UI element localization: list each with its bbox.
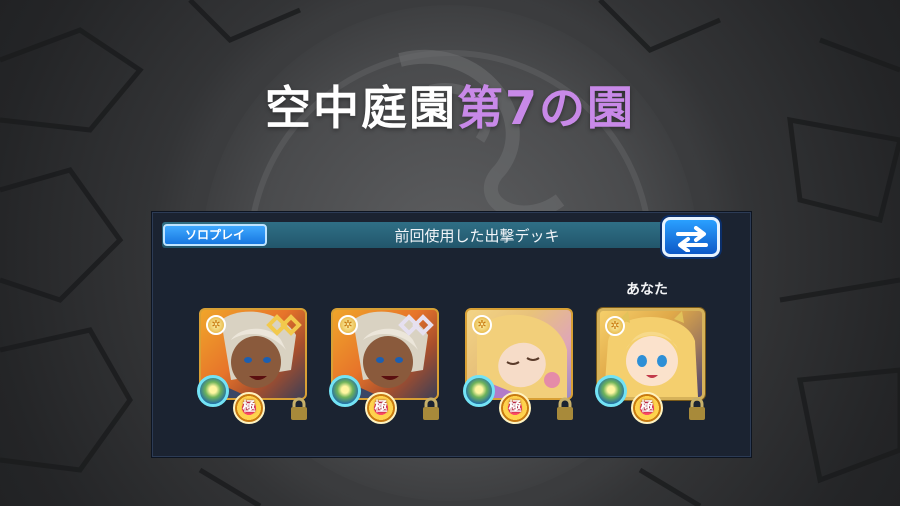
rank-badge: 極: [365, 392, 397, 424]
lock-icon: [423, 397, 439, 420]
solo-play-tab[interactable]: ソロプレイ: [163, 224, 267, 246]
silver-link-icon: [398, 314, 434, 336]
title-accent: 第7の園: [456, 81, 635, 135]
lock-icon: [557, 397, 573, 420]
deck-slot-3[interactable]: ✲ 極: [463, 308, 573, 428]
owner-label: あなた: [626, 282, 668, 298]
deck-slot-1[interactable]: ✲ 極: [197, 308, 307, 428]
swap-deck-button[interactable]: [662, 217, 720, 257]
rank-badge: 極: [233, 392, 265, 424]
page-title: 空中庭園第7の園: [0, 72, 900, 138]
skill-sparkle-icon: [595, 375, 627, 407]
light-element-icon: ✲: [206, 315, 226, 335]
light-element-icon: ✲: [338, 315, 358, 335]
lock-icon: [689, 397, 705, 420]
deck-header-text: 前回使用した出撃デッキ: [394, 227, 560, 245]
rank-badge: 極: [631, 392, 663, 424]
deck-slot-2[interactable]: ✲ 極: [329, 308, 439, 428]
light-element-icon: ✲: [605, 316, 625, 336]
gold-link-icon: [266, 314, 302, 336]
deck-slot-4[interactable]: ✲ 極: [595, 308, 705, 428]
light-element-icon: ✲: [472, 315, 492, 335]
skill-sparkle-icon: [463, 375, 495, 407]
skill-sparkle-icon: [197, 375, 229, 407]
title-main: 空中庭園: [264, 81, 457, 135]
lock-icon: [291, 397, 307, 420]
rank-badge: 極: [499, 392, 531, 424]
swap-arrows-icon: [676, 226, 708, 252]
skill-sparkle-icon: [329, 375, 361, 407]
deck-panel: ソロプレイ 前回使用した出撃デッキ あなた ✲ 極 ✲ 極 ✲ 極 ✲ 極: [151, 211, 752, 458]
